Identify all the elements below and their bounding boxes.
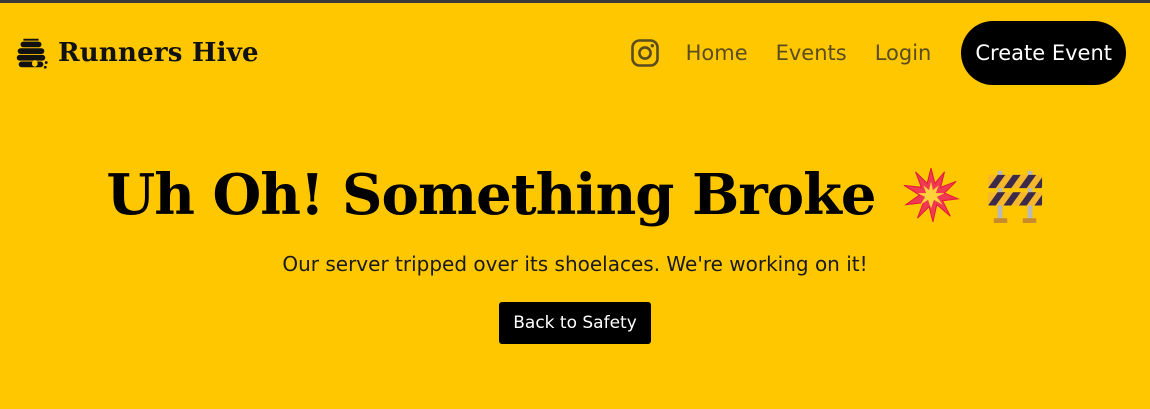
brand-name: Runners Hive: [58, 38, 259, 68]
instagram-icon[interactable]: [630, 38, 660, 68]
back-to-safety-button[interactable]: Back to Safety: [499, 302, 651, 344]
collision-icon: [903, 167, 960, 223]
nav-link-home[interactable]: Home: [686, 41, 748, 65]
error-hero: Uh Oh! Something Broke Our server trippe…: [0, 150, 1150, 344]
create-event-button[interactable]: Create Event: [961, 21, 1126, 85]
navbar: Runners Hive Home Events Login Create Ev…: [0, 3, 1150, 103]
error-title: Uh Oh! Something Broke: [106, 162, 876, 228]
error-subtitle: Our server tripped over its shoelaces. W…: [282, 252, 868, 276]
hero-title-row: Uh Oh! Something Broke: [0, 150, 1150, 240]
nav-menu: Home Events Login Create Event: [630, 21, 1126, 85]
construction-barrier-icon: [987, 170, 1042, 224]
beehive-icon: [16, 38, 48, 69]
nav-link-events[interactable]: Events: [776, 41, 847, 65]
brand[interactable]: Runners Hive: [12, 34, 259, 72]
nav-link-login[interactable]: Login: [875, 41, 932, 65]
